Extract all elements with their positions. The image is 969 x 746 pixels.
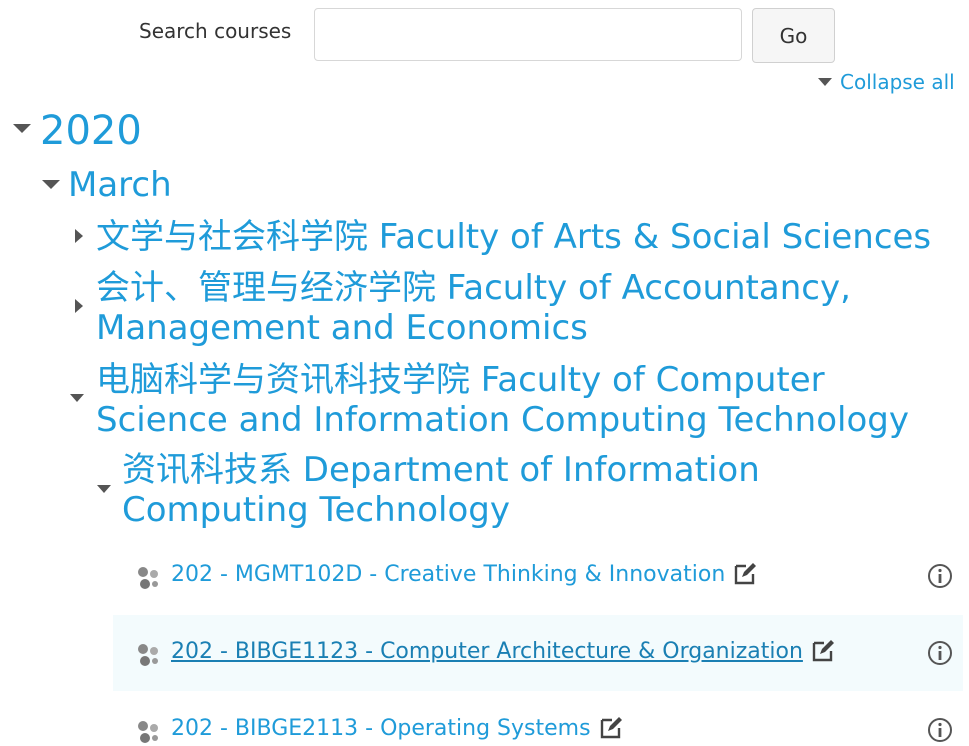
course-icon [138, 721, 158, 743]
year-category[interactable]: 2020 [40, 104, 142, 158]
department-toggle-icon[interactable] [97, 485, 111, 493]
course-row: 202 - BIBGE2113 - Operating Systems [113, 692, 963, 746]
course-row: 202 - BIBGE1123 - Computer Architecture … [113, 615, 963, 691]
department-line1: 资讯科技系 Department of Information [122, 450, 760, 490]
category-computer-toggle-icon[interactable] [70, 394, 84, 402]
course-link[interactable]: 202 - BIBGE1123 - Computer Architecture … [171, 639, 835, 664]
category-arts-toggle-icon[interactable] [75, 229, 83, 243]
edit-icon[interactable] [599, 716, 623, 740]
month-category[interactable]: March [68, 162, 172, 208]
category-accountancy-toggle-icon[interactable] [75, 299, 83, 313]
course-name: 202 - MGMT102D - Creative Thinking & Inn… [171, 562, 726, 587]
course-link[interactable]: 202 - BIBGE2113 - Operating Systems [171, 716, 623, 741]
course-name: 202 - BIBGE1123 - Computer Architecture … [171, 639, 803, 664]
course-link[interactable]: 202 - MGMT102D - Creative Thinking & Inn… [171, 562, 757, 587]
category-computer-line2: Science and Information Computing Techno… [96, 400, 909, 440]
category-computer-line1: 电脑科学与资讯科技学院 Faculty of Computer [96, 360, 825, 400]
course-icon [138, 567, 158, 589]
edit-icon[interactable] [733, 562, 757, 586]
category-arts[interactable]: 文学与社会科学院 Faculty of Arts & Social Scienc… [96, 217, 931, 257]
category-accountancy[interactable]: 会计、管理与经济学院 Faculty of Accountancy, Manag… [96, 268, 851, 348]
course-category-page: Search courses Go Collapse all 2020 Marc… [0, 0, 969, 746]
category-accountancy-line1: 会计、管理与经济学院 Faculty of Accountancy, [96, 268, 851, 308]
info-icon[interactable] [927, 717, 953, 743]
collapse-all-label: Collapse all [840, 70, 955, 94]
go-button[interactable]: Go [752, 8, 835, 63]
info-icon[interactable] [927, 563, 953, 589]
course-row: 202 - MGMT102D - Creative Thinking & Inn… [113, 538, 963, 614]
edit-icon[interactable] [811, 639, 835, 663]
month-toggle-icon[interactable] [42, 180, 60, 189]
info-icon[interactable] [927, 640, 953, 666]
course-icon [138, 644, 158, 666]
department-line2: Computing Technology [122, 490, 510, 530]
category-computer-science[interactable]: 电脑科学与资讯科技学院 Faculty of Computer Science … [96, 360, 909, 440]
department-information-computing[interactable]: 资讯科技系 Department of Information Computin… [122, 450, 760, 530]
triangle-down-icon [818, 78, 832, 86]
year-toggle-icon[interactable] [13, 124, 31, 133]
course-name: 202 - BIBGE2113 - Operating Systems [171, 716, 591, 741]
search-courses-label: Search courses [139, 19, 292, 43]
search-input[interactable] [314, 8, 742, 61]
collapse-all-link[interactable]: Collapse all [818, 70, 969, 94]
category-accountancy-line2: Management and Economics [96, 308, 588, 348]
